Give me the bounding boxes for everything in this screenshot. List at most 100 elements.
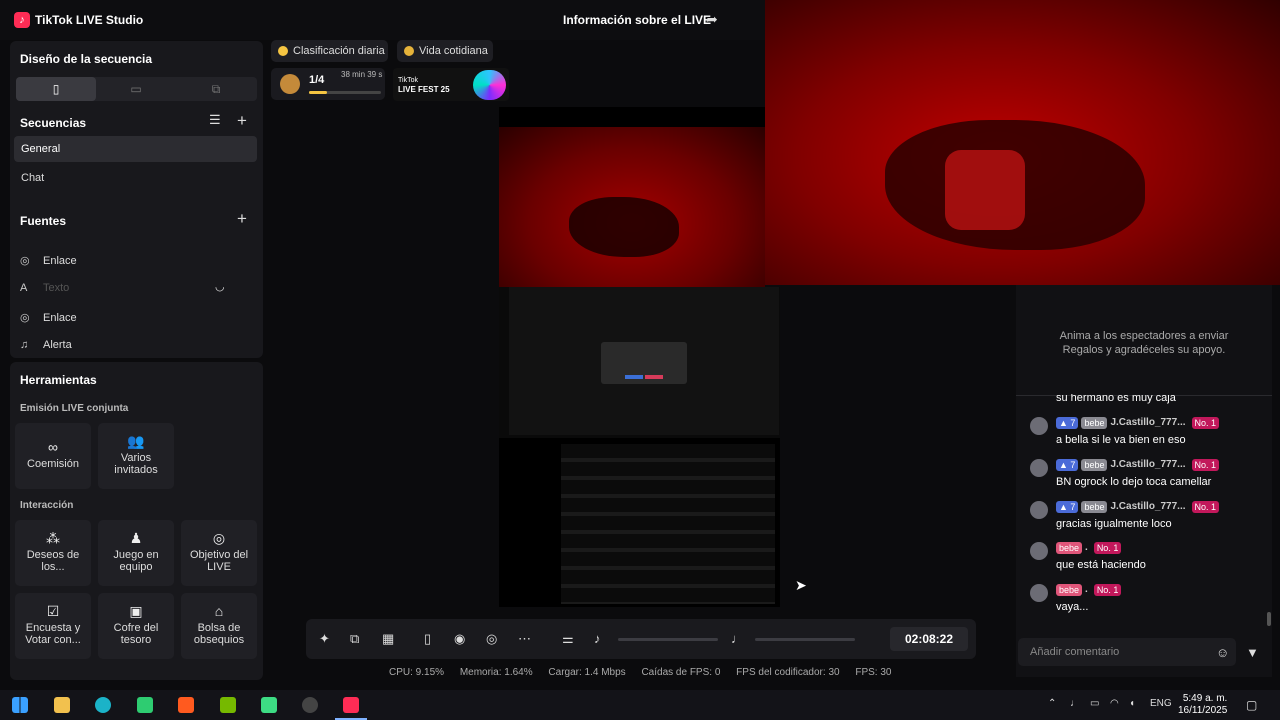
title-bar: ♪ TikTok LIVE Studio Información sobre e…	[0, 0, 765, 40]
live-fest-banner[interactable]: TikTok LIVE FEST 25	[393, 68, 509, 101]
language-indicator[interactable]: ENG	[1150, 698, 1172, 709]
chat-message[interactable]: ▲ 7 bebe J.Castillo_777... No. 1 a bella si …	[1030, 417, 1270, 457]
android-icon[interactable]	[261, 697, 277, 713]
upload-stat: Cargar: 1.4 Mbps	[548, 667, 626, 678]
source-item-alert[interactable]: ♫ Alerta	[20, 339, 72, 351]
gift-icon: ⁂	[46, 530, 60, 546]
camera-settings-icon[interactable]: ◎	[486, 631, 497, 647]
hidden-eye-icon[interactable]: ◡	[215, 280, 225, 293]
captured-button-blue	[625, 375, 643, 379]
share-icon[interactable]: ➦	[706, 11, 718, 28]
message-text: vaya...	[1056, 601, 1089, 613]
clock[interactable]: 5:49 a. m. 16/11/2025	[1178, 693, 1227, 717]
ranking-progress-card[interactable]: 1/4 38 min 39 s	[271, 68, 385, 100]
globe-icon: ◎	[20, 255, 30, 267]
nvidia-icon[interactable]	[220, 697, 236, 713]
poll-tile[interactable]: ☑ Encuesta y Votar con...	[15, 593, 91, 659]
mic-tray-icon[interactable]: ♩	[1070, 698, 1080, 709]
filter-icon[interactable]: ▼	[1246, 645, 1259, 660]
target-icon: ◎	[212, 530, 226, 546]
live-goal-tile[interactable]: ◎ Objetivo del LIVE	[181, 520, 257, 586]
username[interactable]: .	[1085, 542, 1088, 553]
phone-icon[interactable]: ▯	[424, 631, 431, 647]
battery-icon[interactable]: ▭	[1090, 698, 1099, 709]
sources-title: Fuentes	[20, 214, 67, 228]
source-item-link-2[interactable]: ◎ Enlace	[20, 311, 77, 324]
username[interactable]: J.Castillo_777...	[1110, 459, 1185, 470]
people-icon: 👥	[127, 433, 145, 449]
speaker-volume-slider[interactable]	[618, 638, 718, 641]
daily-ranking-pill[interactable]: Clasificación diaria	[271, 40, 388, 62]
mixer-icon[interactable]: ⚌	[562, 631, 574, 647]
more-icon[interactable]: ⋯	[518, 631, 531, 647]
brave-browser-icon[interactable]	[178, 697, 194, 713]
portrait-mode-icon[interactable]: ▯	[16, 77, 96, 101]
captured-button-red	[645, 375, 663, 379]
level-badge: ▲ 7	[1056, 417, 1079, 429]
stream-preview-top	[499, 107, 765, 287]
globe-icon: ◎	[20, 312, 30, 324]
checkbox-icon: ☑	[46, 603, 60, 619]
live-info-link[interactable]: Información sobre el LIVE	[563, 13, 711, 27]
username[interactable]: .	[1085, 584, 1088, 595]
app-icon-3[interactable]	[302, 697, 318, 713]
stream-toolbar: ✦ ⧉ ▦ ▯ ◉ ◎ ⋯ ⚌ ♪ ♩ 02:08:22	[306, 619, 976, 659]
mic-volume-slider[interactable]	[755, 638, 855, 641]
source-item-text[interactable]: A Texto	[20, 282, 69, 294]
fan-badge: bebe	[1056, 542, 1083, 554]
chevron-up-icon[interactable]: ⌃	[1048, 698, 1056, 709]
file-explorer-icon[interactable]	[54, 697, 70, 713]
sequence-item-chat[interactable]: Chat	[14, 165, 257, 191]
record-icon[interactable]: ◉	[454, 631, 465, 647]
landscape-mode-icon[interactable]: ▭	[96, 77, 176, 101]
speaker-icon[interactable]: ♪	[594, 631, 601, 646]
add-source-button[interactable]: +	[237, 209, 247, 229]
gift-bag-tile[interactable]: ⌂ Bolsa de obsequios	[181, 593, 257, 659]
avatar[interactable]	[1030, 459, 1048, 477]
chat-message[interactable]: ▲ 7 bebe J.Castillo_777... No. 1 gracias igu…	[1030, 501, 1270, 541]
chat-message[interactable]: ▲ 7 bebe J.Castillo_777... No. 1 BN ogrock l…	[1030, 459, 1270, 499]
avatar[interactable]	[1030, 417, 1048, 435]
avatar[interactable]	[1030, 584, 1048, 602]
effects-icon[interactable]: ⧉	[350, 631, 359, 647]
source-item-link[interactable]: ◎ Enlace	[20, 254, 77, 267]
progress-fill	[309, 91, 327, 94]
trophy-icon	[278, 46, 288, 56]
windows-start-icon[interactable]	[12, 697, 28, 713]
multi-guest-tile[interactable]: 👥 Varios invitados	[98, 423, 174, 489]
username[interactable]: J.Castillo_777...	[1110, 501, 1185, 512]
dual-mode-icon[interactable]: ⧉	[176, 77, 256, 101]
tiktok-live-taskbar-icon[interactable]	[343, 697, 359, 713]
cohost-tile[interactable]: ∞ Coemisión	[15, 423, 91, 489]
app-icon-2[interactable]	[137, 697, 153, 713]
wishes-tile[interactable]: ⁂ Deseos de los...	[15, 520, 91, 586]
progress-track	[309, 91, 381, 94]
notifications-icon[interactable]: ▢	[1246, 698, 1257, 712]
category-pill[interactable]: Vida cotidiana	[397, 40, 493, 62]
pillow-shape	[945, 150, 1025, 230]
treasure-chest-tile[interactable]: ▣ Cofre del tesoro	[98, 593, 174, 659]
message-header: ▲ 7 bebe J.Castillo_777... No. 1	[1056, 459, 1222, 471]
list-icon[interactable]: ☰	[209, 112, 221, 128]
volume-icon[interactable]: ◖	[1129, 698, 1135, 709]
magic-wand-icon[interactable]: ✦	[319, 631, 330, 647]
chat-scrollbar[interactable]	[1267, 612, 1271, 626]
microphone-icon[interactable]: ♩	[731, 631, 744, 646]
app-icon-1[interactable]	[95, 697, 111, 713]
tiktok-logo-icon: ♪	[14, 12, 30, 28]
team-game-tile[interactable]: ♟ Juego en equipo	[98, 520, 174, 586]
emoji-icon[interactable]: ☺	[1216, 645, 1229, 660]
username[interactable]: J.Castillo_777...	[1110, 417, 1185, 428]
add-sequence-button[interactable]: +	[237, 111, 247, 131]
chat-message[interactable]: bebe. No. 1 que está haciendo	[1030, 542, 1270, 582]
chat-message[interactable]: bebe. No. 1 vaya...	[1030, 584, 1270, 624]
windows-taskbar: ⌃ ♩ ▭ ◠ ◖ ENG 5:49 a. m. 16/11/2025 ▢	[0, 690, 1280, 720]
layout-icon[interactable]: ▦	[382, 631, 394, 647]
comment-input[interactable]: Añadir comentario	[1018, 638, 1236, 666]
avatar[interactable]	[1030, 542, 1048, 560]
camera-feed	[765, 0, 1280, 285]
avatar[interactable]	[1030, 501, 1048, 519]
sequence-item-general[interactable]: General	[14, 136, 257, 162]
wifi-icon[interactable]: ◠	[1110, 698, 1119, 709]
app-title: TikTok LIVE Studio	[35, 13, 144, 27]
